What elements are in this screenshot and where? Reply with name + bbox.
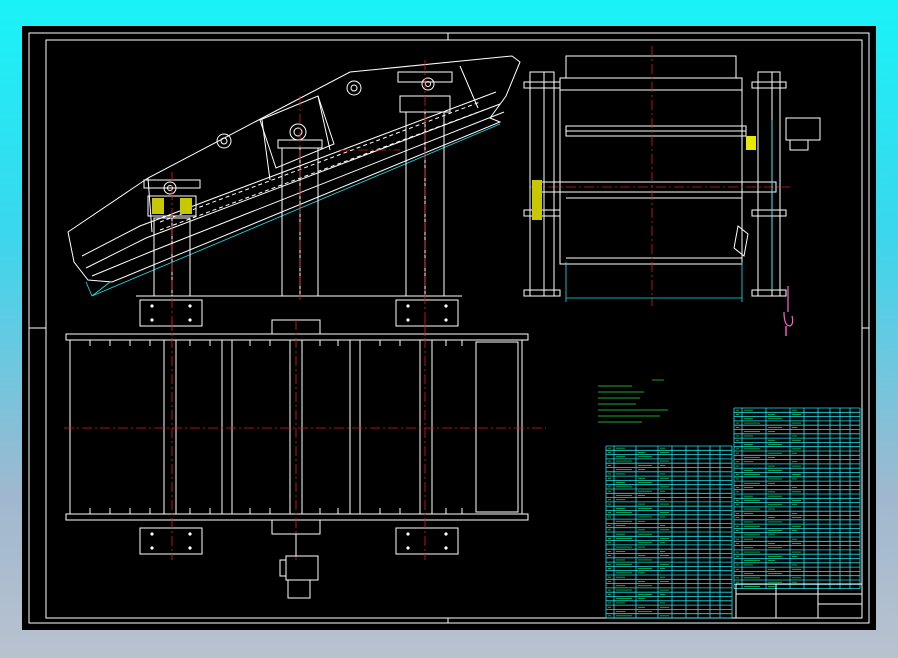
coupling-highlight xyxy=(746,136,756,150)
cad-drawing-canvas xyxy=(0,0,898,658)
drawing-svg xyxy=(22,26,876,630)
